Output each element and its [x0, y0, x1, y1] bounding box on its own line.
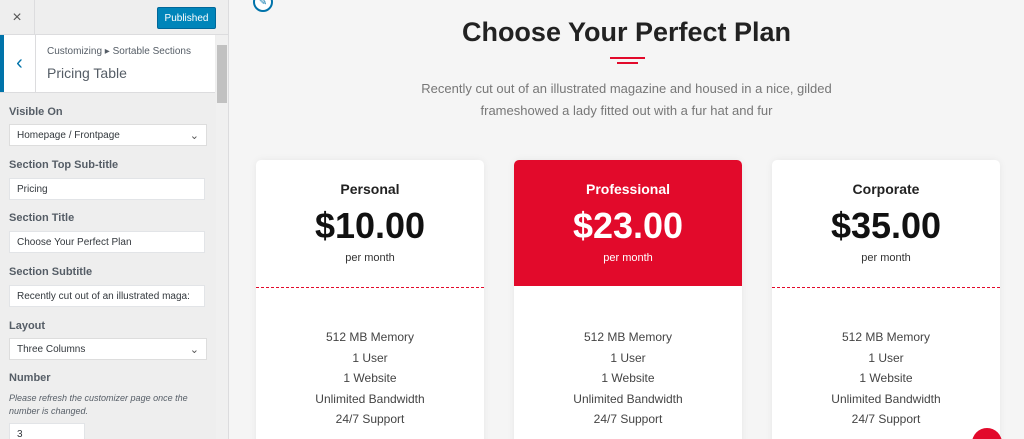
feature-item: 512 MB Memory	[841, 330, 931, 344]
panel-title: Pricing Table	[47, 65, 127, 81]
layout-label: Layout	[9, 320, 46, 332]
breadcrumb: Customizing ▸ Sortable Sections	[47, 46, 191, 57]
section-title-label: Section Title	[9, 212, 75, 224]
section-subtitle-label: Section Subtitle	[9, 266, 93, 278]
pencil-icon[interactable]: ✎	[253, 0, 273, 12]
feature-item: Unlimited Bandwidth	[315, 391, 425, 406]
plan-name: Professional	[585, 181, 671, 197]
feature-list: 512 MB Memory 1 User 1 Website Unlimited…	[256, 327, 484, 430]
section-title-input[interactable]: Choose Your Perfect Plan	[9, 231, 205, 253]
feature-item: Unlimited Bandwidth	[573, 391, 683, 406]
chevron-down-icon: ⌄	[189, 343, 199, 356]
sidebar-scrollbar[interactable]	[216, 35, 228, 439]
visible-on-select[interactable]: Homepage / Frontpage ⌄	[9, 124, 207, 146]
layout-value: Three Columns	[17, 343, 86, 355]
publish-button[interactable]: Published	[157, 7, 216, 29]
top-subtitle-input[interactable]: Pricing	[9, 178, 205, 200]
chevron-down-icon: ⌄	[189, 129, 199, 142]
plan-period: per month	[345, 252, 395, 264]
section-subtitle-input[interactable]: Recently cut out of an illustrated maga:	[9, 285, 205, 307]
pricing-card-header: Personal $10.00 per month	[256, 160, 484, 286]
customizer-sidebar: × Published ‹ Customizing ▸ Sortable Sec…	[0, 0, 229, 439]
layout-select[interactable]: Three Columns ⌄	[9, 338, 207, 360]
section-subtitle: Recently cut out of an illustrated magaz…	[421, 81, 832, 118]
pricing-card-professional: Professional $23.00 per month 512 MB Mem…	[514, 160, 742, 439]
feature-item: 1 Website	[859, 371, 913, 385]
feature-item: 512 MB Memory	[325, 330, 415, 344]
feature-list: 512 MB Memory 1 User 1 Website Unlimited…	[772, 327, 1000, 430]
plan-period: per month	[861, 252, 911, 264]
feature-item: 24/7 Support	[335, 412, 405, 426]
feature-item: 1 User	[868, 350, 904, 365]
dashed-divider	[256, 287, 484, 288]
feature-item: 1 Website	[601, 371, 655, 385]
feature-item: 1 User	[352, 350, 388, 365]
customizer-topbar: × Published	[0, 0, 228, 35]
plan-name: Personal	[340, 181, 400, 197]
number-input[interactable]: 3	[9, 423, 85, 439]
number-label: Number	[9, 372, 51, 384]
feature-item: 24/7 Support	[593, 412, 663, 426]
pricing-card-header: Professional $23.00 per month	[514, 160, 742, 286]
plan-period: per month	[603, 252, 653, 264]
site-preview: ✎ Choose Your Perfect Plan Recently cut …	[229, 0, 1024, 439]
visible-on-value: Homepage / Frontpage	[17, 129, 120, 141]
plan-price: $35.00	[830, 205, 942, 246]
close-icon[interactable]: ×	[0, 0, 35, 35]
plan-name: Corporate	[852, 181, 920, 197]
feature-item: 1 Website	[343, 371, 397, 385]
visible-on-label: Visible On	[9, 106, 63, 118]
section-title: Choose Your Perfect Plan	[461, 17, 792, 47]
feature-list: 512 MB Memory 1 User 1 Website Unlimited…	[514, 327, 742, 430]
pricing-card-personal: Personal $10.00 per month 512 MB Memory …	[256, 160, 484, 439]
feature-item: 24/7 Support	[851, 412, 921, 426]
plan-price: $23.00	[572, 205, 684, 246]
feature-item: 512 MB Memory	[583, 330, 673, 344]
title-separator	[610, 57, 645, 64]
section-header: ‹ Customizing ▸ Sortable Sections Pricin…	[0, 35, 215, 93]
back-arrow-icon[interactable]: ‹	[0, 35, 36, 92]
pricing-card-header: Corporate $35.00 per month	[772, 160, 1000, 286]
number-description: Please refresh the customizer page once …	[9, 393, 188, 416]
dashed-divider	[772, 287, 1000, 288]
scrollbar-thumb[interactable]	[217, 45, 227, 103]
feature-item: 1 User	[610, 350, 646, 365]
top-subtitle-label: Section Top Sub-title	[9, 159, 119, 171]
pricing-card-corporate: Corporate $35.00 per month 512 MB Memory…	[772, 160, 1000, 439]
feature-item: Unlimited Bandwidth	[831, 391, 941, 406]
plan-price: $10.00	[314, 205, 426, 246]
